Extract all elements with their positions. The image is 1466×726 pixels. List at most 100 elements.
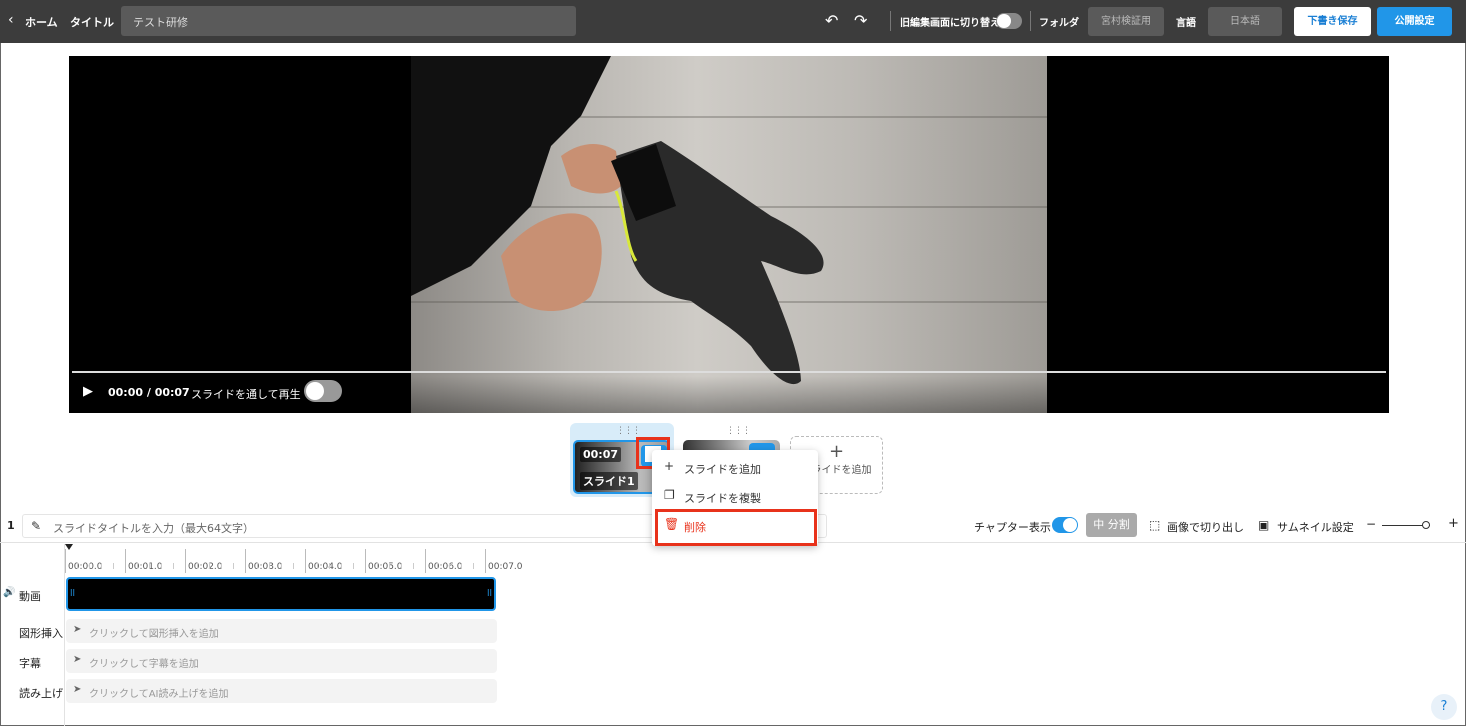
menu-item-add-slide[interactable]: + スライドを追加: [652, 454, 818, 482]
ruler-minor-tick: [101, 563, 102, 569]
caption-lane[interactable]: ➤ クリックして字幕を追加: [66, 649, 497, 673]
ruler-tick: [125, 549, 126, 573]
drag-handle-icon[interactable]: ⋮⋮⋮: [726, 426, 751, 436]
play-through-label: スライドを通して再生: [191, 388, 301, 401]
ruler-minor-tick: [77, 563, 78, 569]
video-clip[interactable]: ll ll: [66, 577, 496, 611]
ruler-minor-tick: [281, 563, 282, 569]
narration-lane[interactable]: ➤ クリックしてAI読み上げを追加: [66, 679, 497, 703]
ruler-tick: [245, 549, 246, 573]
track-label-shape: 図形挿入: [19, 627, 63, 640]
chapter-toggle[interactable]: [1052, 517, 1078, 533]
ruler-tick: [65, 549, 66, 573]
zoom-in-icon[interactable]: +: [1448, 516, 1459, 531]
undo-icon[interactable]: ↶: [825, 11, 838, 30]
image-icon[interactable]: ▣: [1258, 518, 1269, 532]
ruler-minor-tick: [461, 563, 462, 569]
chapter-label: チャプター表示: [974, 521, 1051, 534]
menu-item-label: スライドを複製: [684, 492, 761, 505]
ruler-minor-tick: [437, 563, 438, 569]
ruler-tick: [185, 549, 186, 573]
publish-settings-button[interactable]: 公開設定: [1377, 7, 1452, 36]
ruler-tick: [425, 549, 426, 573]
ruler-minor-tick: [353, 563, 354, 569]
split-button[interactable]: 中 分割: [1086, 513, 1137, 537]
lane-placeholder: クリックしてAI読み上げを追加: [89, 689, 229, 700]
shape-lane[interactable]: ➤ クリックして図形挿入を追加: [66, 619, 497, 643]
ruler-minor-tick: [473, 563, 474, 569]
ruler-tick-label: 00:05.0: [368, 562, 403, 572]
track-label-caption: 字幕: [19, 657, 41, 670]
menu-item-label: スライドを追加: [684, 463, 761, 476]
progress-bar[interactable]: [72, 371, 1386, 373]
ruler-tick-label: 00:04.0: [308, 562, 343, 572]
title-label: タイトル: [70, 16, 114, 29]
slide-number: 1: [7, 519, 15, 532]
split-label: 分割: [1107, 518, 1130, 531]
lane-placeholder: クリックして字幕を追加: [89, 659, 199, 670]
ruler-tick-label: 00:02.0: [188, 562, 223, 572]
thumbnail-settings-button[interactable]: サムネイル設定: [1277, 519, 1354, 535]
copy-icon: ❐: [664, 488, 675, 502]
clip-end-handle[interactable]: ll: [487, 589, 492, 599]
ruler-minor-tick: [377, 563, 378, 569]
title-input[interactable]: テスト研修: [121, 6, 576, 36]
home-link[interactable]: ホーム: [25, 14, 58, 30]
zoom-slider-handle[interactable]: [1422, 521, 1430, 529]
cursor-icon: ➤: [73, 624, 82, 635]
language-label: 言語: [1176, 18, 1196, 29]
play-through-toggle[interactable]: [304, 380, 342, 402]
ruler-minor-tick: [197, 563, 198, 569]
ruler-minor-tick: [449, 563, 450, 569]
ruler-minor-tick: [113, 563, 114, 569]
crop-image-button[interactable]: 画像で切り出し: [1167, 519, 1244, 535]
ruler-minor-tick: [209, 563, 210, 569]
lane-placeholder: クリックして図形挿入を追加: [89, 629, 219, 640]
slide-duration: 00:07: [580, 447, 622, 462]
slide-title-placeholder: スライドタイトルを入力（最大64文字）: [53, 522, 254, 535]
old-editor-label: 旧編集画面に切り替え: [900, 18, 1000, 29]
highlight-box: [655, 509, 817, 546]
ruler-tick-label: 00:07.0: [488, 562, 523, 572]
ruler-minor-tick: [401, 563, 402, 569]
ruler-minor-tick: [221, 563, 222, 569]
divider: [1030, 11, 1031, 31]
ruler-tick: [305, 549, 306, 573]
ruler-minor-tick: [293, 563, 294, 569]
ruler-tick-label: 00:06.0: [428, 562, 463, 572]
ruler-minor-tick: [161, 563, 162, 569]
crop-image-icon[interactable]: ⬚: [1149, 518, 1160, 532]
redo-icon[interactable]: ↷: [854, 11, 867, 30]
save-draft-button[interactable]: 下書き保存: [1294, 7, 1371, 36]
top-bar: ‹ ホーム タイトル テスト研修 ↶ ↷ 旧編集画面に切り替え フォルダ 宮村検…: [0, 0, 1466, 43]
old-editor-toggle[interactable]: [996, 13, 1022, 29]
track-label-video: 動画: [19, 590, 41, 603]
menu-item-duplicate-slide[interactable]: ❐ スライドを複製: [652, 483, 818, 511]
cursor-icon: ➤: [73, 654, 82, 665]
ruler-minor-tick: [317, 563, 318, 569]
ruler-minor-tick: [389, 563, 390, 569]
drag-handle-icon[interactable]: ⋮⋮⋮: [616, 426, 641, 436]
folder-select[interactable]: 宮村検証用: [1088, 7, 1164, 36]
time-display: 00:00 / 00:07: [108, 386, 190, 399]
help-button[interactable]: ?: [1431, 694, 1457, 720]
timeline-ruler[interactable]: 00:00.0 00:01.0 00:02.0 00:03.0 00:04.0 00:05…: [65, 545, 525, 575]
divider: [890, 11, 891, 31]
split-icon: 中: [1093, 518, 1105, 531]
chevron-left-icon[interactable]: ‹: [8, 12, 14, 28]
clip-start-handle[interactable]: ll: [70, 589, 75, 599]
video-player[interactable]: ▶ 00:00 / 00:07 スライドを通して再生: [69, 56, 1389, 413]
ruler-tick: [365, 549, 366, 573]
folder-label: フォルダ: [1039, 18, 1079, 29]
pencil-icon: ✎: [31, 519, 42, 533]
ruler-minor-tick: [329, 563, 330, 569]
ruler-minor-tick: [257, 563, 258, 569]
speaker-icon[interactable]: 🔊: [3, 587, 15, 598]
play-icon[interactable]: ▶: [83, 384, 93, 399]
ruler-tick-label: 00:01.0: [128, 562, 163, 572]
language-select[interactable]: 日本語: [1208, 7, 1282, 36]
slide-name: スライド1: [580, 472, 638, 490]
ruler-minor-tick: [413, 563, 414, 569]
plus-icon: +: [664, 459, 675, 473]
zoom-out-icon[interactable]: −: [1366, 517, 1376, 531]
